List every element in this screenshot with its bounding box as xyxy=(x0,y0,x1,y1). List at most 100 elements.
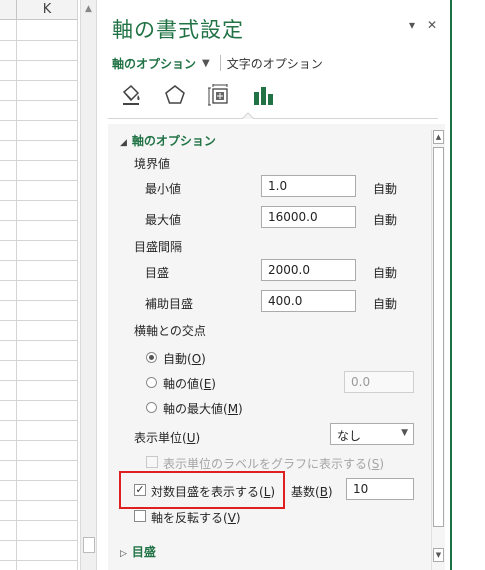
grid-row-line xyxy=(0,520,78,521)
display-units-label: 表示単位(U) xyxy=(134,429,200,446)
crosses-value-label[interactable]: 軸の値(E) xyxy=(163,375,216,392)
expand-triangle-icon[interactable]: ▷ xyxy=(120,549,127,559)
label-text: 表示単位のラベルをグラフに表示する( xyxy=(163,457,372,471)
radio-text: ) xyxy=(211,377,216,391)
maximum-label: 最大値 xyxy=(145,213,182,227)
reverse-axis-checkbox[interactable] xyxy=(134,510,146,522)
pane-title: 軸の書式設定 xyxy=(112,18,244,42)
minimum-input[interactable]: 1.0 xyxy=(261,175,356,197)
crosses-value-input: 0.0 xyxy=(344,371,414,393)
column-header[interactable]: K xyxy=(0,0,78,20)
major-unit-input[interactable]: 2000.0 xyxy=(261,259,356,281)
reverse-axis-label[interactable]: 軸を反転する(V) xyxy=(151,509,241,526)
icon-row-divider xyxy=(108,118,438,119)
grid-row-line xyxy=(0,340,78,341)
label-text: ) xyxy=(195,431,201,445)
grid-row-line xyxy=(0,120,78,121)
base-label: 基数(B) xyxy=(291,483,333,500)
scroll-up-arrow-icon[interactable]: ▲ xyxy=(81,2,96,17)
size-properties-icon[interactable] xyxy=(206,82,232,108)
grid-row-line xyxy=(0,100,78,101)
grid-row-line xyxy=(0,60,78,61)
crosses-auto-radio[interactable] xyxy=(146,352,157,363)
tab-dropdown-caret-icon[interactable]: ▼ xyxy=(202,58,210,69)
major-unit-label: 目盛 xyxy=(145,266,170,280)
grid-row-line xyxy=(0,160,78,161)
axis-options-icon[interactable] xyxy=(250,82,276,108)
radio-accesskey: O xyxy=(191,352,202,366)
show-units-label-text: 表示単位のラベルをグラフに表示する(S) xyxy=(163,455,384,472)
label-accesskey: B xyxy=(319,485,328,499)
pane-close-icon[interactable]: ✕ xyxy=(427,18,437,32)
grid-row-line xyxy=(0,220,78,221)
bounds-label: 境界値 xyxy=(134,157,171,171)
grid-row-line xyxy=(0,460,78,461)
chevron-down-icon: ▼ xyxy=(401,428,408,438)
minor-unit-label: 補助目盛 xyxy=(145,297,194,311)
crosses-label: 横軸との交点 xyxy=(134,324,206,338)
grid-row-line xyxy=(0,480,78,481)
major-unit-auto-button[interactable]: 自動 xyxy=(373,264,397,281)
tick-marks-header-label: 目盛 xyxy=(131,545,156,559)
grid-row-line xyxy=(0,80,78,81)
grid-row-line xyxy=(0,560,78,561)
tab-separator xyxy=(219,55,221,71)
tick-marks-section-header[interactable]: ▷ 目盛 xyxy=(120,543,156,560)
effects-icon[interactable] xyxy=(162,82,188,108)
grid-row-line xyxy=(0,240,78,241)
minor-unit-input[interactable]: 400.0 xyxy=(261,290,356,312)
grid-row-line xyxy=(0,500,78,501)
units-label: 目盛間隔 xyxy=(134,240,183,254)
label-text: 表示単位( xyxy=(134,431,187,445)
radio-text: ) xyxy=(238,402,243,416)
pane-options-chevron-icon[interactable]: ▾ xyxy=(409,18,415,32)
collapse-triangle-icon[interactable]: ◢ xyxy=(120,138,127,148)
grid-row-line xyxy=(0,280,78,281)
radio-text: 軸の最大値( xyxy=(163,402,228,416)
scroll-up-arrow-icon[interactable]: ▲ xyxy=(433,130,444,144)
maximum-auto-button[interactable]: 自動 xyxy=(373,211,397,228)
options-vertical-scrollbar[interactable]: ▲ ▼ xyxy=(431,130,445,570)
pane-right-border xyxy=(450,0,452,570)
label-text: 軸を反転する( xyxy=(151,511,228,525)
crosses-value-radio[interactable] xyxy=(146,377,157,388)
grid-row-line xyxy=(0,380,78,381)
format-axis-pane: 軸の書式設定 ▾ ✕ 軸のオプション ▼ 文字のオプション ▲ ▼ ◢ 軸のオプ… xyxy=(98,0,450,570)
log-scale-highlight-box xyxy=(119,471,285,509)
crosses-max-label[interactable]: 軸の最大値(M) xyxy=(163,400,243,417)
scrollbar-thumb[interactable] xyxy=(83,537,95,553)
axis-options-section-header[interactable]: ◢ 軸のオプション xyxy=(120,132,216,149)
label-text: ) xyxy=(235,511,241,525)
show-units-label-checkbox xyxy=(146,456,158,468)
category-icon-row xyxy=(118,82,276,108)
minimum-label: 最小値 xyxy=(145,182,182,196)
minor-unit-auto-button[interactable]: 自動 xyxy=(373,295,397,312)
spreadsheet-grid[interactable]: K xyxy=(0,0,80,570)
radio-text: 軸の値( xyxy=(163,377,204,391)
column-header-k[interactable]: K xyxy=(16,2,78,17)
axis-options-header-label: 軸のオプション xyxy=(131,134,216,148)
label-text: ) xyxy=(327,485,333,499)
grid-row-line xyxy=(0,320,78,321)
fill-line-icon[interactable] xyxy=(118,82,144,108)
grid-row-line xyxy=(0,260,78,261)
grid-row-line xyxy=(0,40,78,41)
tab-axis-options[interactable]: 軸のオプション xyxy=(112,55,196,72)
grid-row-line xyxy=(0,420,78,421)
tab-text-options[interactable]: 文字のオプション xyxy=(227,55,323,72)
grid-row-line xyxy=(0,360,78,361)
maximum-input[interactable]: 16000.0 xyxy=(261,206,356,228)
axis-options-panel: ▲ ▼ ◢ 軸のオプション 境界値 最小値 1.0 自動 最大値 16000.0 … xyxy=(108,124,445,570)
grid-row-line xyxy=(0,200,78,201)
display-units-select[interactable]: なし ▼ xyxy=(330,423,414,445)
sheet-vertical-scrollbar[interactable]: ▲ xyxy=(80,0,97,570)
crosses-auto-label[interactable]: 自動(O) xyxy=(163,350,206,367)
scrollbar-thumb[interactable] xyxy=(433,147,444,527)
base-input[interactable]: 10 xyxy=(346,478,414,500)
pane-tabs: 軸のオプション ▼ 文字のオプション xyxy=(112,54,323,72)
label-text: ) xyxy=(379,457,384,471)
minimum-auto-button[interactable]: 自動 xyxy=(373,180,397,197)
scroll-down-arrow-icon[interactable]: ▼ xyxy=(433,548,444,562)
grid-rows xyxy=(0,20,78,570)
crosses-max-radio[interactable] xyxy=(146,402,157,413)
